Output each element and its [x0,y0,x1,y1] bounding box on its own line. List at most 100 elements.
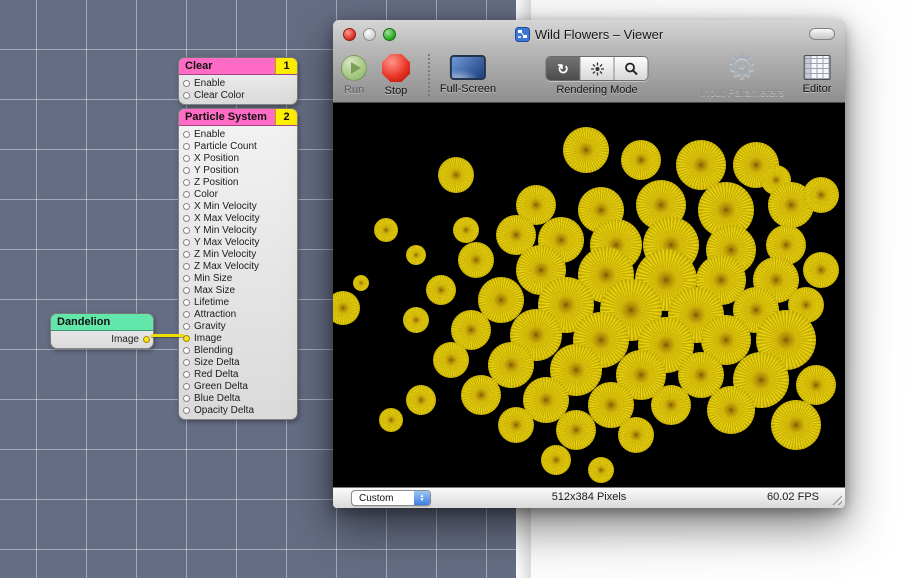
toolbar-toggle-pill[interactable] [809,28,835,40]
port-dot-red-delta[interactable] [183,371,190,378]
port-row-opacity-delta: Opacity Delta [179,404,297,416]
port-row-z-position: Z Position [179,176,297,188]
dandelion-particle [651,385,691,425]
port-dot-y-min-velocity[interactable] [183,227,190,234]
input-parameters-button[interactable]: ⚙ Input Parameters [700,53,784,99]
port-label: Z Min Velocity [194,249,256,260]
port-row-image: Image [51,333,153,345]
port-label: Particle Count [194,141,257,152]
node-particle-system-title: Particle System [185,111,267,123]
port-dot-z-position[interactable] [183,179,190,186]
fullscreen-button[interactable]: Full-Screen [440,53,496,95]
port-dot-enable[interactable] [183,131,190,138]
port-label: Size Delta [194,357,240,368]
port-dot-max-size[interactable] [183,287,190,294]
stop-button[interactable]: Stop [382,53,410,97]
port-label: X Min Velocity [194,201,257,212]
port-row-z-max-velocity: Z Max Velocity [179,260,297,272]
toolbar-divider [428,54,430,96]
magnifier-icon [624,62,638,76]
port-row-max-size: Max Size [179,284,297,296]
port-dot-x-max-velocity[interactable] [183,215,190,222]
dandelion-particle [353,275,369,291]
port-dot-blue-delta[interactable] [183,395,190,402]
editor-label: Editor [803,83,832,95]
dandelion-particle [771,400,821,450]
node-dandelion[interactable]: Dandelion Image [50,313,154,349]
fullscreen-label: Full-Screen [440,83,496,95]
viewer-toolbar: Run Stop Full-Screen ↻ [333,48,845,103]
port-dot-clear-color[interactable] [183,92,190,99]
port-dot-min-size[interactable] [183,275,190,282]
segment-inspect[interactable] [615,57,648,80]
rendering-mode-control: ↻ [546,53,649,96]
port-label: Min Size [194,273,232,284]
port-dot-x-position[interactable] [183,155,190,162]
dandelion-particle [403,307,429,333]
node-particle-system[interactable]: Particle System 2 EnableParticle CountX … [178,108,298,420]
port-dot-enable[interactable] [183,80,190,87]
port-row-image: Image [179,332,297,344]
dandelion-particle [803,252,839,288]
dandelion-particle [374,218,398,242]
port-row-clear-color: Clear Color [179,89,297,101]
port-dot-z-max-velocity[interactable] [183,263,190,270]
port-dot-y-position[interactable] [183,167,190,174]
port-dot-green-delta[interactable] [183,383,190,390]
viewer-titlebar[interactable]: Wild Flowers – Viewer [333,20,845,48]
port-dot-particle-count[interactable] [183,143,190,150]
node-dandelion-title: Dandelion [57,316,110,328]
viewer-window[interactable]: Wild Flowers – Viewer Run Stop Full-Scre… [333,20,845,508]
dandelion-particle [453,217,479,243]
run-button[interactable]: Run [341,53,367,96]
segment-particles[interactable] [581,57,615,80]
port-row-green-delta: Green Delta [179,380,297,392]
dandelion-particle [707,386,755,434]
port-dot-blending[interactable] [183,347,190,354]
port-label: Image [111,334,139,345]
node-clear-header[interactable]: Clear 1 [179,58,297,75]
port-dot-image[interactable] [183,335,190,342]
stop-icon [382,54,410,82]
input-parameters-label: Input Parameters [700,87,784,99]
port-row-y-min-velocity: Y Min Velocity [179,224,297,236]
port-label: Blue Delta [194,393,240,404]
port-row-y-position: Y Position [179,164,297,176]
port-row-y-max-velocity: Y Max Velocity [179,236,297,248]
port-row-z-min-velocity: Z Min Velocity [179,248,297,260]
node-particle-system-header[interactable]: Particle System 2 [179,109,297,126]
port-label: Enable [194,129,225,140]
port-row-blending: Blending [179,344,297,356]
port-dot-size-delta[interactable] [183,359,190,366]
port-dot-y-max-velocity[interactable] [183,239,190,246]
port-row-color: Color [179,188,297,200]
gear-icon: ⚙ [727,50,757,84]
viewer-statusbar: Custom ▲▼ 512x384 Pixels 60.02 FPS [333,487,845,508]
port-dot-x-min-velocity[interactable] [183,203,190,210]
port-label: Gravity [194,321,226,332]
dandelion-particle [379,408,403,432]
connection-dandelion-image[interactable] [151,334,184,337]
port-dot-gravity[interactable] [183,323,190,330]
fullscreen-icon [450,55,486,80]
port-dot-opacity-delta[interactable] [183,407,190,414]
dandelion-particle [556,410,596,450]
port-dot-color[interactable] [183,191,190,198]
segment-render-loop[interactable]: ↻ [547,57,581,80]
port-dot-lifetime[interactable] [183,299,190,306]
port-dot-z-min-velocity[interactable] [183,251,190,258]
dandelion-particle [333,291,360,325]
document-icon [515,27,530,42]
port-dot-attraction[interactable] [183,311,190,318]
port-label: Y Min Velocity [194,225,257,236]
node-dandelion-header[interactable]: Dandelion [51,314,153,331]
port-label: Lifetime [194,297,229,308]
port-dot-image[interactable] [143,336,150,343]
node-particle-system-ports: EnableParticle CountX PositionY Position… [179,126,297,419]
editor-button[interactable]: Editor [803,53,832,95]
port-label: Green Delta [194,381,248,392]
node-clear[interactable]: Clear 1 EnableClear Color [178,57,298,105]
node-clear-title: Clear [185,60,213,72]
port-row-red-delta: Red Delta [179,368,297,380]
port-label: Y Position [194,165,239,176]
